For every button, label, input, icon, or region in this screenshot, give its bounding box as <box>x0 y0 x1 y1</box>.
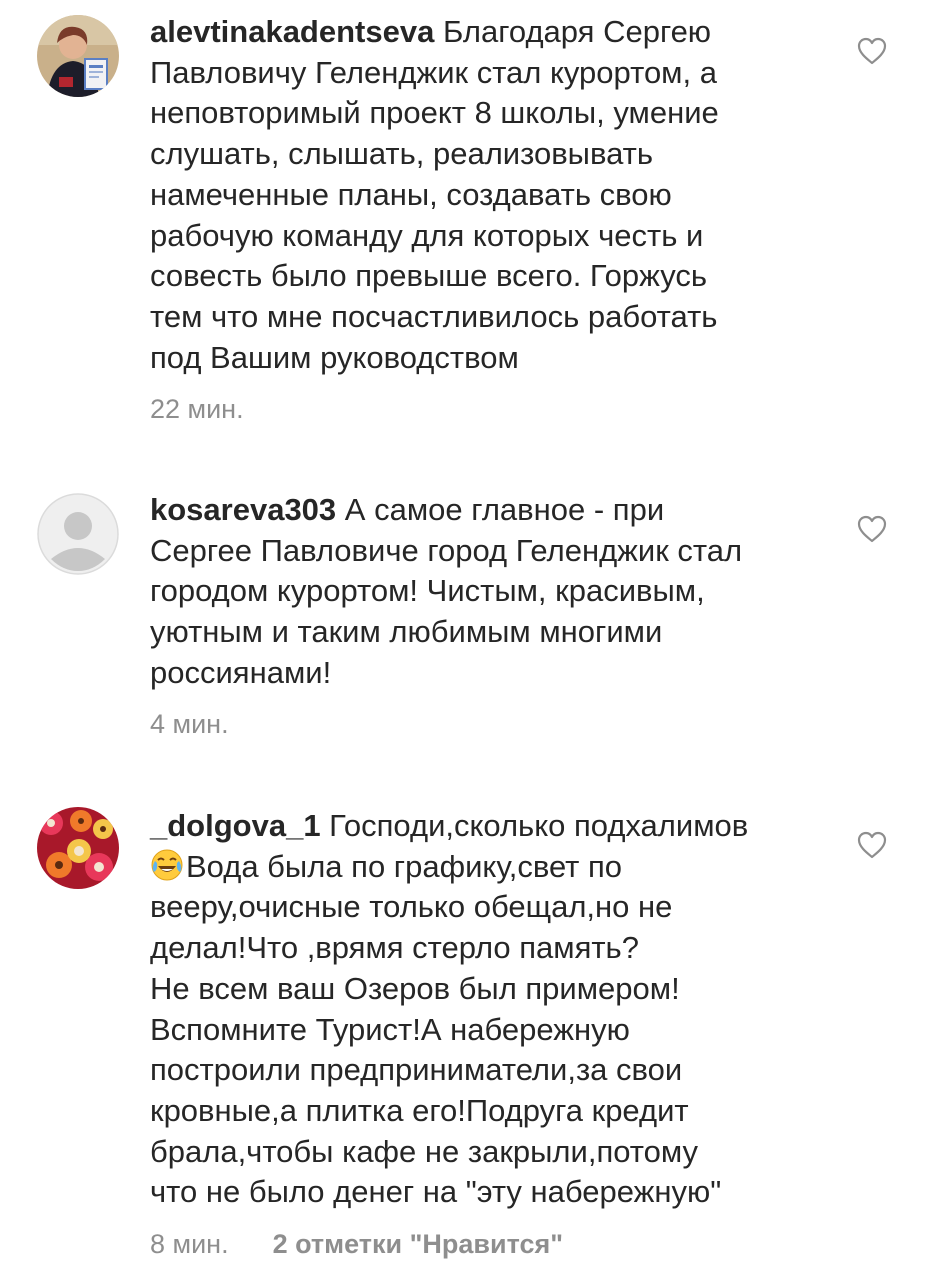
comment-meta: 4 мин. <box>150 709 229 740</box>
comment-time: 22 мин. <box>150 394 244 424</box>
comment-text: _dolgova_1 Господи,сколько подхалимов Во… <box>150 806 840 1213</box>
comment-text: kosareva303 А самое главное - при Сергее… <box>150 490 840 694</box>
comment-username[interactable]: _dolgova_1 <box>150 808 321 843</box>
comment-meta: 8 мин. 2 отметки "Нравится" <box>150 1229 563 1260</box>
user-photo-avatar[interactable] <box>37 15 119 97</box>
likes-count-link[interactable]: 2 отметки "Нравится" <box>273 1229 563 1259</box>
default-avatar-icon[interactable] <box>37 493 119 575</box>
comment-time: 8 мин. <box>150 1229 229 1259</box>
comment-username[interactable]: kosareva303 <box>150 492 336 527</box>
flowers-avatar[interactable] <box>37 807 119 889</box>
comment-username[interactable]: alevtinakadentseva <box>150 14 434 49</box>
comment-meta: 22 мин. <box>150 394 244 425</box>
comment-body-first: Господи,сколько подхалимов <box>320 808 749 843</box>
tears-of-joy-emoji-icon <box>150 848 184 882</box>
comment-body: Благодаря Сергею Павловичу Геленджик ста… <box>150 14 719 375</box>
heart-outline-icon[interactable] <box>857 831 887 859</box>
heart-outline-icon[interactable] <box>857 515 887 543</box>
heart-outline-icon[interactable] <box>857 37 887 65</box>
comment-time: 4 мин. <box>150 709 229 739</box>
comment-text: alevtinakadentseva Благодаря Сергею Павл… <box>150 12 840 378</box>
comment-body-rest: Вода была по графику,свет по вееру,очисн… <box>150 848 722 1210</box>
